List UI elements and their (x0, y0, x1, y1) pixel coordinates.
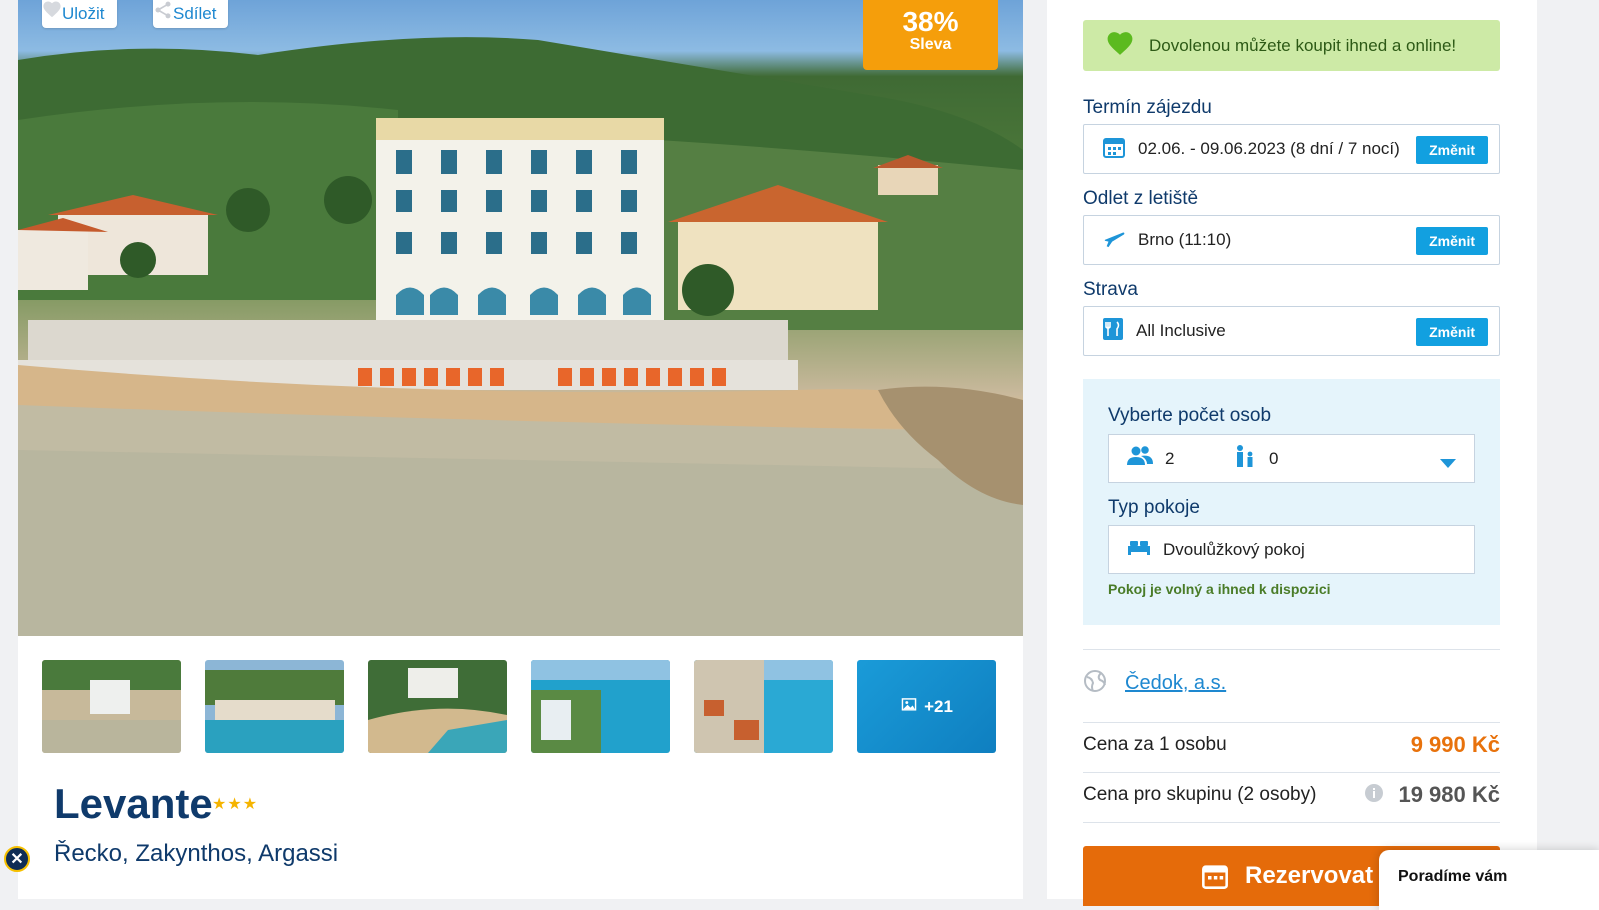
online-purchase-banner: Dovolenou můžete koupit ihned a online! (1083, 20, 1500, 71)
change-board-button[interactable]: Změnit (1416, 318, 1488, 346)
thumbnail-5[interactable] (694, 660, 833, 753)
departure-label: Odlet z letiště (1083, 188, 1199, 209)
availability-note: Pokoj je volný a ihned k dispozici (1108, 581, 1331, 597)
room-type-label: Typ pokoje (1108, 497, 1200, 518)
term-label: Termín zájezdu (1083, 97, 1212, 118)
thumbnail-1[interactable] (42, 660, 181, 753)
chevron-down-icon (1440, 454, 1456, 474)
term-field[interactable]: 02.06. - 09.06.2023 (8 dní / 7 nocí) Změ… (1083, 124, 1500, 174)
discount-percent: 38% (902, 6, 959, 37)
info-icon[interactable] (1364, 783, 1384, 808)
thumbnail-strip: +21 (42, 660, 996, 753)
discount-badge: 38% Sleva (863, 0, 998, 70)
heart-icon (1105, 30, 1135, 61)
image-gallery-icon (900, 696, 918, 717)
hero-photo[interactable]: Uložit Sdílet 38% Sleva (18, 0, 1023, 636)
globe-icon (1083, 668, 1109, 699)
room-type-select[interactable]: Dvoulůžkový pokoj (1108, 525, 1475, 574)
thumbnail-3[interactable] (368, 660, 507, 753)
departure-field[interactable]: Brno (11:10) Změnit (1083, 215, 1500, 265)
book-button-label: Rezervovat (1245, 862, 1374, 889)
board-label: Strava (1083, 279, 1138, 300)
operator-link[interactable]: Čedok, a.s. (1125, 672, 1226, 695)
hotel-location: Řecko, Zakynthos, Argassi (54, 840, 339, 867)
cutlery-icon (1102, 317, 1124, 346)
discount-label: Sleva (909, 36, 952, 53)
price-group-value: 19 980 Kč (1398, 782, 1500, 807)
divider (1083, 822, 1500, 823)
price-per-person-value: 9 990 Kč (1410, 732, 1500, 757)
children-count: 0 (1269, 448, 1279, 468)
thumbnail-2[interactable] (205, 660, 344, 753)
persons-label: Vyberte počet osob (1108, 405, 1272, 426)
chat-popup-text: Poradíme vám (1398, 868, 1508, 885)
price-per-person-row: Cena za 1 osobu 9 990 Kč (1083, 732, 1500, 758)
chat-popup[interactable]: Poradíme vám (1379, 850, 1599, 910)
bed-icon (1127, 538, 1151, 561)
calendar-icon (1102, 135, 1126, 164)
hero-photo-illustration (18, 37, 1023, 636)
price-group-row: Cena pro skupinu (2 osoby) 19 980 Kč (1083, 782, 1500, 808)
thumbnail-4[interactable] (531, 660, 670, 753)
divider (1083, 722, 1500, 723)
persons-room-panel: Vyberte počet osob 2 0 Typ pokoje Dvoulů… (1083, 379, 1500, 625)
price-group-label: Cena pro skupinu (2 osoby) (1083, 784, 1317, 805)
term-value: 02.06. - 09.06.2023 (8 dní / 7 nocí) (1138, 139, 1400, 158)
change-term-button[interactable]: Změnit (1416, 136, 1488, 164)
online-banner-text: Dovolenou můžete koupit ihned a online! (1149, 35, 1457, 55)
plane-icon (1102, 227, 1126, 254)
save-button-label: Uložit (62, 4, 105, 23)
departure-value: Brno (11:10) (1138, 230, 1232, 249)
divider (1083, 772, 1500, 773)
share-button-label: Sdílet (173, 4, 217, 23)
share-button[interactable]: Sdílet (153, 0, 229, 28)
adults-count: 2 (1165, 448, 1175, 468)
adults-icon (1127, 445, 1153, 472)
board-field[interactable]: All Inclusive Změnit (1083, 306, 1500, 356)
persons-select[interactable]: 2 0 (1108, 434, 1475, 483)
calendar-icon (1201, 862, 1229, 897)
room-type-value: Dvoulůžkový pokoj (1163, 539, 1305, 559)
more-photos-tile[interactable]: +21 (857, 660, 996, 753)
board-value: All Inclusive (1136, 321, 1226, 340)
price-per-person-label: Cena za 1 osobu (1083, 734, 1227, 755)
close-icon[interactable]: ✕ (4, 846, 30, 872)
more-photos-count: +21 (924, 696, 953, 716)
tour-operator: Čedok, a.s. (1083, 668, 1226, 699)
hotel-stars: ★★★ (212, 796, 259, 813)
hotel-gallery-card: Uložit Sdílet 38% Sleva +21 Levante ★★★ … (18, 0, 1023, 899)
save-button[interactable]: Uložit (42, 0, 117, 28)
hotel-name: Levante (54, 780, 213, 827)
child-icon (1233, 444, 1257, 473)
divider (1083, 649, 1500, 650)
booking-sidebar: Dovolenou můžete koupit ihned a online! … (1047, 0, 1537, 906)
change-departure-button[interactable]: Změnit (1416, 227, 1488, 255)
